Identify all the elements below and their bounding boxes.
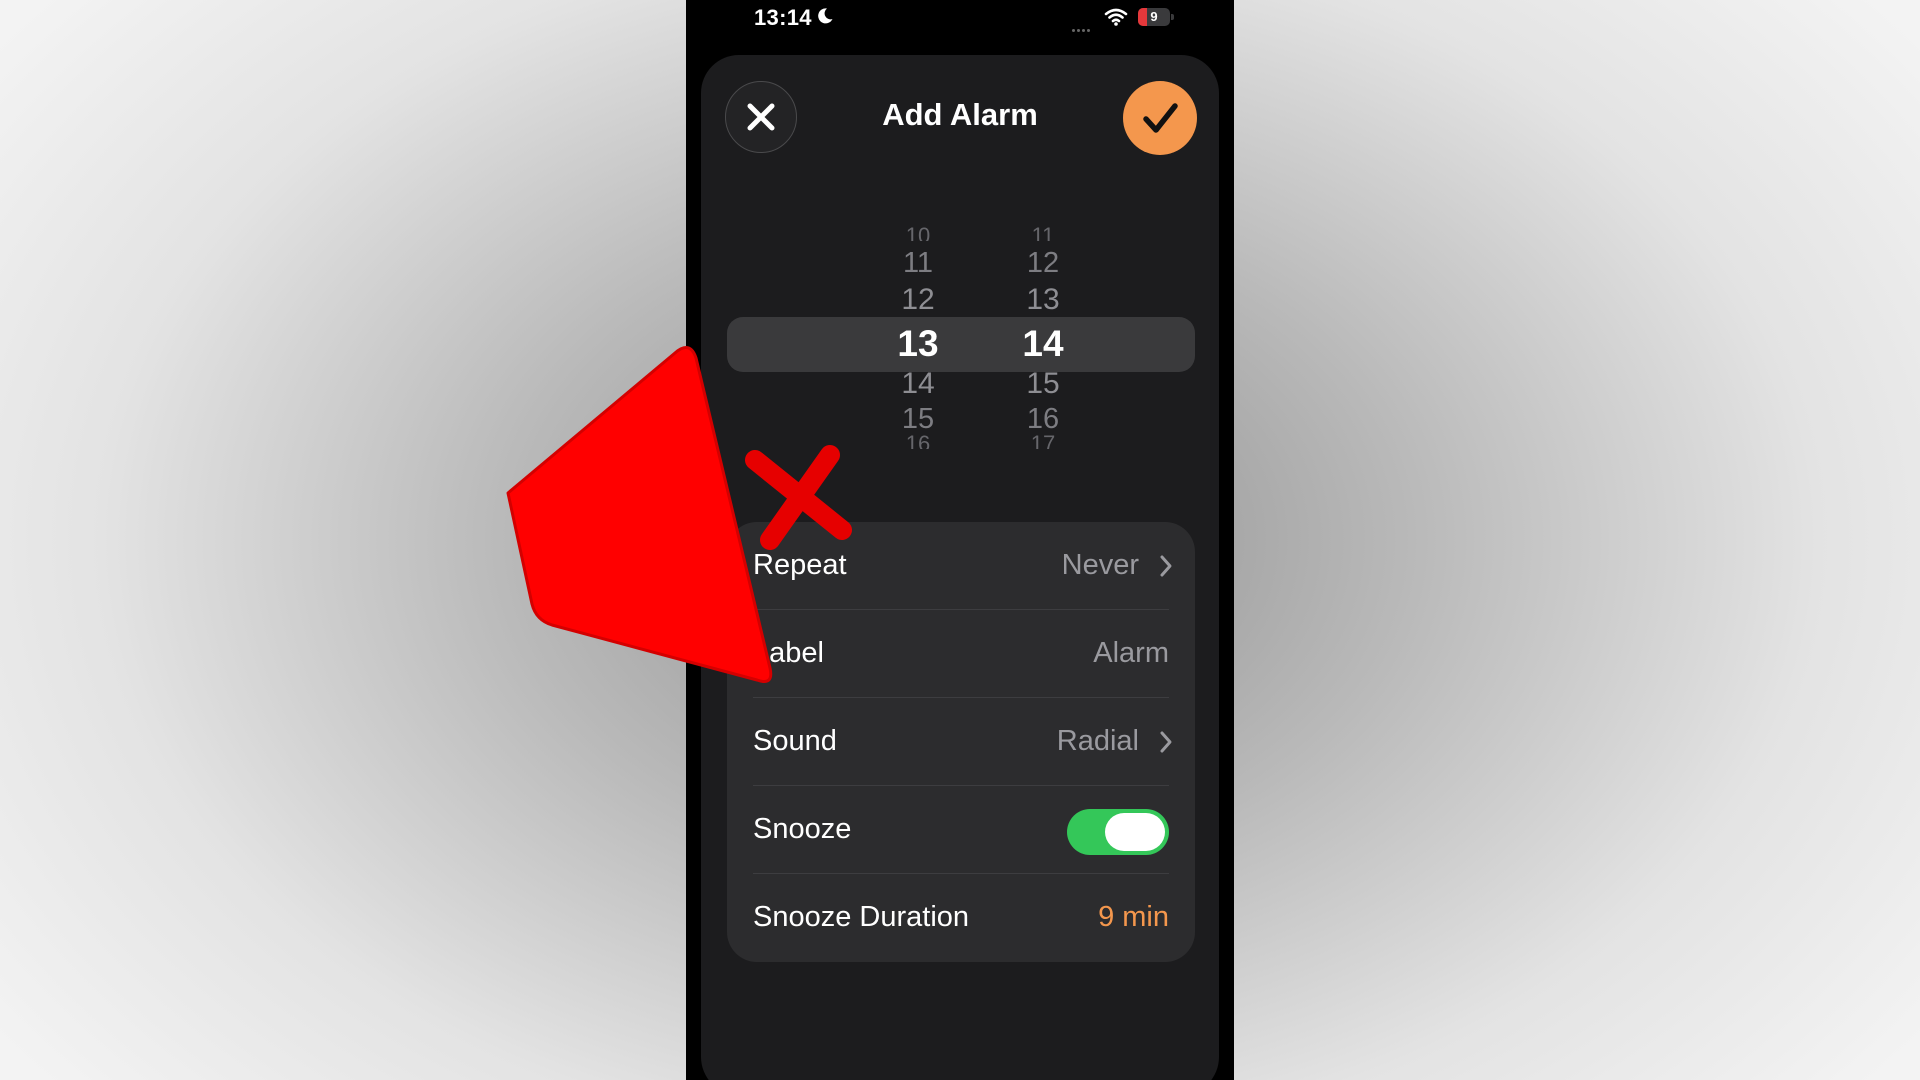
snooze-row: Snooze (727, 786, 1195, 874)
snooze-duration-value: 9 min (1098, 901, 1169, 933)
picker-hour: 16 (905, 431, 931, 449)
picker-minute: 15 (1026, 367, 1060, 400)
sound-label: Sound (753, 725, 837, 757)
moon-icon (816, 7, 834, 25)
chevron-right-icon (1159, 554, 1173, 583)
phone-screen: 13:14 9 Add Alarm 10 11 12 13 14 15 16 1… (686, 0, 1234, 1080)
status-time: 13:14 (754, 5, 812, 30)
selected-minute: 14 (1022, 323, 1064, 364)
label-row[interactable]: Label Alarm (727, 610, 1195, 698)
snooze-duration-label: Snooze Duration (753, 901, 970, 933)
picker-hour: 14 (901, 367, 935, 400)
status-bar: 13:14 9 (686, 0, 1234, 40)
battery-icon: 9 (1138, 8, 1174, 26)
picker-hour: 11 (902, 247, 934, 279)
label-label: Label (753, 637, 824, 669)
battery-level: 9 (1150, 9, 1158, 24)
picker-minute: 13 (1026, 283, 1060, 316)
repeat-value: Never (1061, 549, 1139, 581)
alarm-settings-list: Repeat Never Label Alarm Sound Radial Sn… (727, 522, 1195, 962)
chevron-right-icon (1159, 730, 1173, 759)
label-value[interactable]: Alarm (1093, 637, 1169, 670)
toggle-knob (1105, 813, 1165, 851)
save-button[interactable] (1123, 81, 1197, 155)
time-picker[interactable]: 10 11 12 13 14 15 16 11 12 13 14 15 16 1… (701, 195, 1219, 495)
picker-selection-highlight (727, 317, 1195, 372)
add-alarm-sheet: Add Alarm 10 11 12 13 14 15 16 11 12 13 … (701, 55, 1219, 1080)
picker-minute: 11 (1031, 223, 1055, 241)
picker-hour: 12 (901, 283, 935, 316)
snooze-duration-row[interactable]: Snooze Duration 9 min (727, 874, 1195, 962)
repeat-row[interactable]: Repeat Never (727, 522, 1195, 610)
picker-minute: 17 (1030, 431, 1056, 449)
wifi-icon (1104, 8, 1128, 31)
cellular-signal-icon (1072, 19, 1092, 37)
snooze-label: Snooze (753, 813, 852, 845)
repeat-label: Repeat (753, 549, 847, 581)
sound-row[interactable]: Sound Radial (727, 698, 1195, 786)
selected-hour: 13 (897, 323, 939, 364)
checkmark-icon (1143, 103, 1178, 133)
picker-hour: 10 (905, 223, 931, 241)
sound-value: Radial (1056, 725, 1139, 757)
picker-minute: 12 (1026, 247, 1060, 279)
snooze-toggle[interactable] (1067, 809, 1169, 855)
